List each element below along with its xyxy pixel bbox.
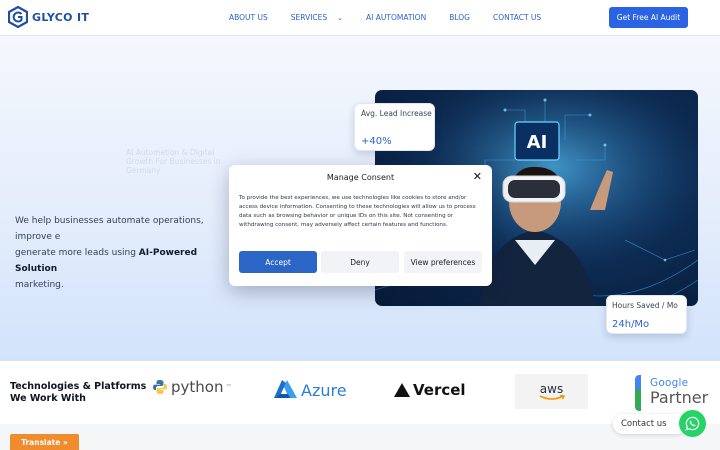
stat-lead-label: Avg. Lead Increase	[361, 109, 432, 118]
partner-text: Partner	[650, 388, 709, 407]
azure-icon	[274, 380, 297, 398]
nav-ai-automation[interactable]: AI AUTOMATION	[366, 13, 426, 22]
google-partner-logo: Google Partner	[635, 375, 720, 411]
stat-hours-label: Hours Saved / Mo	[612, 301, 678, 310]
google-partner-bar	[635, 375, 641, 411]
aws-logo: aws	[515, 374, 588, 409]
stat-hours-value: 24h/Mo	[612, 319, 650, 330]
aws-smile-icon	[539, 394, 565, 400]
next-section-peek	[0, 424, 720, 450]
site-header: GLYCO IT ABOUT US SERVICES ⌄ AI AUTOMATIO…	[0, 0, 720, 36]
nav-services-label: SERVICES	[290, 13, 328, 22]
hero-heading-faded: AI Automation & Digital Growth For Busin…	[126, 148, 221, 175]
python-text: python	[171, 378, 224, 396]
nav-blog[interactable]: BLOG	[449, 13, 470, 22]
vercel-triangle-icon	[394, 383, 410, 397]
contact-us-label[interactable]: Contact us	[613, 414, 687, 434]
vercel-logo: Vercel	[394, 381, 466, 399]
hero-desc-line3: marketing.	[15, 280, 64, 290]
tech-section: Technologies & Platforms We Work With py…	[0, 361, 720, 424]
tech-title-line1: Technologies & Platforms	[10, 381, 147, 392]
hero-description: We help businesses automate operations, …	[15, 213, 237, 293]
python-logo: python ™	[152, 378, 231, 396]
stat-card-hours-saved: Hours Saved / Mo 24h/Mo	[606, 295, 687, 334]
ai-badge-text: AI	[527, 132, 548, 153]
consent-text: To provide the best experiences, we use …	[239, 195, 476, 228]
chevron-down-icon: ⌄	[337, 14, 344, 22]
nav-contact-us[interactable]: CONTACT US	[493, 13, 541, 22]
python-tm: ™	[226, 384, 232, 390]
nav-about-us[interactable]: ABOUT US	[229, 13, 268, 22]
consent-modal: Manage Consent ✕ To provide the best exp…	[229, 165, 492, 286]
view-preferences-button[interactable]: View preferences	[404, 251, 482, 273]
get-free-audit-button[interactable]: Get Free AI Audit	[609, 7, 688, 28]
hero-desc-line1: We help businesses automate operations, …	[15, 216, 204, 242]
main-nav: ABOUT US SERVICES ⌄ AI AUTOMATION BLOG CO…	[229, 13, 564, 22]
close-icon[interactable]: ✕	[473, 170, 482, 183]
hero-desc-line2: generate more leads using	[15, 248, 139, 258]
translate-button[interactable]: Translate »	[10, 434, 79, 450]
deny-button[interactable]: Deny	[321, 251, 399, 273]
consent-title: Manage Consent	[326, 173, 395, 182]
whatsapp-icon	[685, 416, 700, 431]
stat-card-lead-increase: Avg. Lead Increase +40%	[354, 103, 435, 151]
aws-text: aws	[539, 381, 564, 396]
whatsapp-button[interactable]	[679, 410, 706, 437]
logo[interactable]: GLYCO IT	[8, 6, 89, 28]
azure-logo: Azure	[272, 380, 347, 400]
logo-hexagon-icon	[8, 6, 28, 28]
vercel-text: Vercel	[413, 381, 466, 399]
tech-title: Technologies & Platforms We Work With	[10, 381, 146, 405]
logo-text: GLYCO IT	[32, 10, 90, 24]
python-icon	[153, 380, 167, 394]
azure-text: Azure	[301, 380, 347, 400]
tech-title-line2: We Work With	[10, 393, 86, 404]
stat-lead-value: +40%	[361, 136, 392, 147]
accept-button[interactable]: Accept	[239, 251, 317, 273]
nav-services[interactable]: SERVICES ⌄	[291, 13, 343, 22]
